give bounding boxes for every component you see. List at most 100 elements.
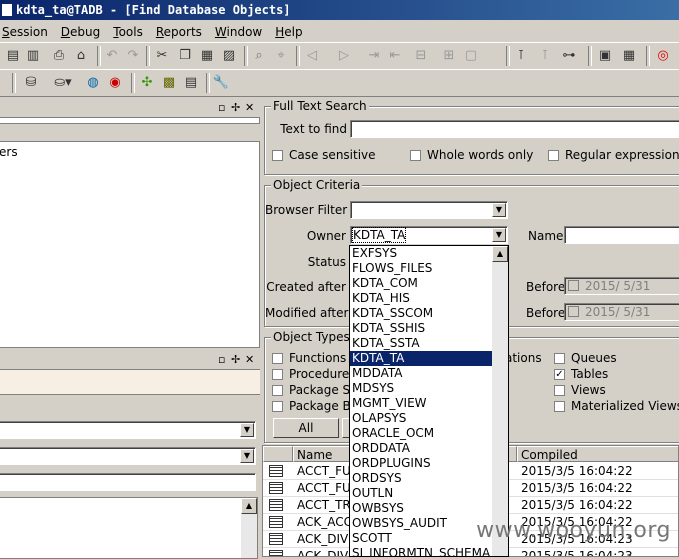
save-icon[interactable]: ▤: [4, 47, 22, 65]
run-script-icon[interactable]: ◍: [84, 74, 102, 92]
print-icon[interactable]: ⎙: [50, 47, 68, 65]
menu-debug[interactable]: Debug: [61, 25, 100, 39]
owner-option[interactable]: KDTA_HIS: [350, 291, 508, 306]
owner-option[interactable]: OWBSYS: [350, 501, 508, 516]
owner-option[interactable]: EXFSYS: [350, 246, 508, 261]
created-before-checkbox[interactable]: [568, 280, 579, 291]
owner-option[interactable]: ORACLE_OCM: [350, 426, 508, 441]
regex-checkbox[interactable]: [548, 150, 559, 161]
object-type-checkbox[interactable]: ✓: [554, 369, 565, 380]
case-sensitive-checkbox[interactable]: [272, 150, 283, 161]
object-type-checkbox[interactable]: [554, 401, 565, 412]
app-icon: [2, 4, 12, 16]
modified-before-date[interactable]: 2015/ 5/31: [564, 303, 679, 321]
paste-special-icon[interactable]: ▨: [220, 47, 238, 65]
wrench-icon[interactable]: 🔧: [212, 74, 230, 92]
outdent-icon[interactable]: ⇤: [386, 47, 404, 65]
explain-icon[interactable]: ▤: [182, 74, 200, 92]
debug-icon[interactable]: ✣: [138, 74, 156, 92]
left-input[interactable]: [0, 473, 256, 491]
modified-before-checkbox[interactable]: [568, 306, 579, 317]
scroll-up-icon[interactable]: ▲: [492, 246, 508, 262]
disconnect-icon[interactable]: ⊺: [536, 47, 554, 65]
left-combo-2[interactable]: ▼: [0, 447, 256, 465]
back-icon[interactable]: ◁: [303, 47, 321, 65]
pin-icon[interactable]: ✢: [231, 101, 240, 115]
tree-item[interactable]: ers: [0, 144, 18, 160]
object-type-checkbox[interactable]: [272, 369, 283, 380]
owner-option[interactable]: ORDDATA: [350, 441, 508, 456]
scroll-up-icon[interactable]: ▲: [241, 498, 257, 514]
object-type-checkbox[interactable]: [554, 385, 565, 396]
close-icon[interactable]: ✕: [245, 101, 254, 115]
owner-option[interactable]: KDTA_SSHIS: [350, 321, 508, 336]
owner-option[interactable]: SI_INFORMTN_SCHEMA: [350, 546, 508, 556]
find-icon[interactable]: ⌕: [250, 47, 268, 65]
watermark: www.wooyun.org: [476, 518, 671, 543]
indent-icon[interactable]: ⇥: [365, 47, 383, 65]
save-as-icon[interactable]: ▥: [24, 47, 42, 65]
text-to-find-input[interactable]: [350, 120, 679, 138]
owner-select[interactable]: KDTA_TA ▼: [350, 226, 508, 244]
minimize-icon[interactable]: ▫: [218, 101, 225, 115]
owner-option[interactable]: KDTA_COM: [350, 276, 508, 291]
compile-icon[interactable]: ▩: [160, 74, 178, 92]
owner-option[interactable]: MDDATA: [350, 366, 508, 381]
left-list-scrollbar[interactable]: ▲: [241, 498, 257, 558]
menu-tools[interactable]: Tools: [113, 25, 143, 39]
owner-option[interactable]: OUTLN: [350, 486, 508, 501]
redo-icon[interactable]: ↷: [124, 47, 142, 65]
find-next-icon[interactable]: ⌖: [272, 47, 290, 65]
dropdown-scrollbar[interactable]: ▲: [492, 246, 508, 556]
menu-window[interactable]: Window: [215, 25, 262, 39]
table-icon: [269, 499, 283, 511]
created-before-date[interactable]: 2015/ 5/31: [564, 277, 679, 295]
sql-icon[interactable]: ⛀▾: [48, 74, 78, 92]
undo-icon[interactable]: ↶: [103, 47, 121, 65]
object-type-checkbox[interactable]: [272, 385, 283, 396]
oracle-icon[interactable]: ◎: [654, 47, 672, 65]
window-list-icon[interactable]: ▣: [596, 47, 614, 65]
whole-words-checkbox[interactable]: [410, 150, 421, 161]
owner-option[interactable]: MGMT_VIEW: [350, 396, 508, 411]
execute-icon[interactable]: ⛁: [22, 74, 40, 92]
comment-icon[interactable]: ⊟: [412, 47, 430, 65]
owner-option[interactable]: ORDSYS: [350, 471, 508, 486]
clear-icon[interactable]: ▢: [462, 47, 480, 65]
close-icon[interactable]: ✕: [245, 353, 254, 367]
minimize-icon[interactable]: ▫: [218, 353, 225, 367]
object-type-label: Tables: [571, 367, 609, 381]
tile-icon[interactable]: ▦: [620, 47, 638, 65]
menu-reports[interactable]: Reports: [156, 25, 202, 39]
owner-option[interactable]: OLAPSYS: [350, 411, 508, 426]
forward-icon[interactable]: ▷: [335, 47, 353, 65]
object-type-checkbox[interactable]: [272, 353, 283, 364]
uncomment-icon[interactable]: ⊞: [440, 47, 458, 65]
whole-words-label: Whole words only: [427, 148, 534, 162]
left-combo-1[interactable]: ▼: [0, 421, 256, 439]
pin-icon[interactable]: ✢: [231, 353, 240, 367]
owner-option[interactable]: ORDPLUGINS: [350, 456, 508, 471]
menu-session[interactable]: Session: [2, 25, 48, 39]
owner-option[interactable]: KDTA_TA: [350, 351, 508, 366]
owner-option[interactable]: KDTA_SSTA: [350, 336, 508, 351]
copy-icon[interactable]: ❐: [176, 47, 194, 65]
owner-dropdown-list[interactable]: EXFSYS FLOWS_FILES KDTA_COM KDTA_HIS KDTA_SS…: [349, 245, 509, 557]
browser-filter-select[interactable]: ▼: [350, 201, 508, 219]
paste-icon[interactable]: ▦: [198, 47, 216, 65]
owner-option[interactable]: FLOWS_FILES: [350, 261, 508, 276]
print-setup-icon[interactable]: ⌂: [72, 47, 90, 65]
object-type-checkbox[interactable]: [272, 401, 283, 412]
name-input[interactable]: [564, 226, 679, 244]
object-type-checkbox[interactable]: [554, 353, 565, 364]
owner-option[interactable]: MDSYS: [350, 381, 508, 396]
grid-header-compiled[interactable]: Compiled: [517, 446, 678, 462]
table-icon: [269, 533, 283, 545]
all-button[interactable]: All: [273, 418, 339, 438]
cut-icon[interactable]: ✂: [153, 47, 171, 65]
owner-option[interactable]: KDTA_SSCOM: [350, 306, 508, 321]
session-icon[interactable]: ⊶: [560, 47, 578, 65]
menu-help[interactable]: Help: [275, 25, 302, 39]
stop-icon[interactable]: ◉: [106, 74, 124, 92]
connect-icon[interactable]: ⊺: [512, 47, 530, 65]
